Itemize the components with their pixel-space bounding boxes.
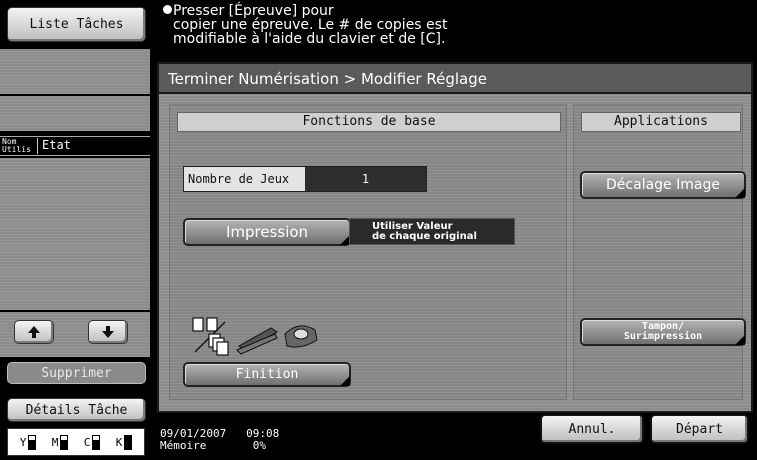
job-details-button[interactable]: Détails Tâche <box>7 398 146 422</box>
cancel-button[interactable]: Annul. <box>540 414 644 444</box>
arrow-up-icon <box>28 326 40 338</box>
left-stripe <box>0 49 150 94</box>
scroll-up-button[interactable] <box>14 320 54 344</box>
print-button[interactable]: Impression <box>183 218 351 246</box>
message-area: Presser [Épreuve] pour copier une épreuv… <box>157 0 757 60</box>
job-list-area <box>0 158 150 310</box>
toner-k: K <box>116 434 133 450</box>
left-panel: Liste Tâches Nom Utilis Etat Supprimer D… <box>0 0 157 460</box>
toner-m: M <box>52 434 69 450</box>
sets-label: Nombre de Jeux <box>184 167 305 191</box>
job-table-header: Nom Utilis Etat <box>0 136 150 156</box>
status-bar: 09/01/2007 09:08 Mémoire 0% <box>157 415 537 460</box>
left-stripe <box>0 96 150 131</box>
job-list-button[interactable]: Liste Tâches <box>7 7 146 42</box>
info-bullet-icon <box>163 5 172 14</box>
scroll-down-button[interactable] <box>88 320 128 344</box>
button-corner-icon <box>735 335 745 345</box>
toner-c: C <box>84 434 101 450</box>
finishing-button[interactable]: Finition <box>183 362 351 387</box>
col-divider <box>37 138 38 154</box>
arrow-down-icon <box>102 326 114 338</box>
basic-functions-header: Fonctions de base <box>177 112 561 132</box>
button-corner-icon <box>340 376 350 386</box>
toner-level-bar <box>60 434 69 450</box>
stamp-overlay-button[interactable]: Tampon/ Surimpression <box>580 318 746 346</box>
delete-button[interactable]: Supprimer <box>7 362 146 384</box>
toner-indicator: Y M C K <box>7 428 145 456</box>
message-line: copier une épreuve. Le # de copies est <box>173 17 448 33</box>
sets-value: 1 <box>305 167 426 191</box>
message-line: Presser [Épreuve] pour <box>173 3 334 19</box>
sort-icon <box>192 317 229 356</box>
hole-punch-icon <box>284 325 318 348</box>
memory-label: Mémoire <box>160 439 207 452</box>
print-value: Utiliser Valeur de chaque original <box>349 218 515 245</box>
main-panel: Terminer Numérisation > Modifier Réglage… <box>157 62 753 413</box>
toner-level-bar <box>124 434 133 450</box>
memory-value: 0% <box>252 439 266 452</box>
applications-header: Applications <box>581 112 741 132</box>
breadcrumb: Terminer Numérisation > Modifier Réglage <box>159 64 751 94</box>
col-user-header: Nom Utilis <box>2 137 31 154</box>
stapler-icon <box>236 327 278 355</box>
image-shift-button[interactable]: Décalage Image <box>580 171 746 199</box>
message-line: modifiable à l'aide du clavier et de [C]… <box>173 31 446 47</box>
col-status-header: Etat <box>42 138 71 152</box>
finishing-icons <box>192 317 318 356</box>
toner-level-bar <box>28 434 37 450</box>
toner-level-bar <box>92 434 101 450</box>
sets-field[interactable]: Nombre de Jeux 1 <box>183 166 427 192</box>
applications-panel <box>573 104 743 400</box>
button-corner-icon <box>735 188 745 198</box>
start-button[interactable]: Départ <box>650 414 749 444</box>
toner-y: Y <box>20 434 37 450</box>
